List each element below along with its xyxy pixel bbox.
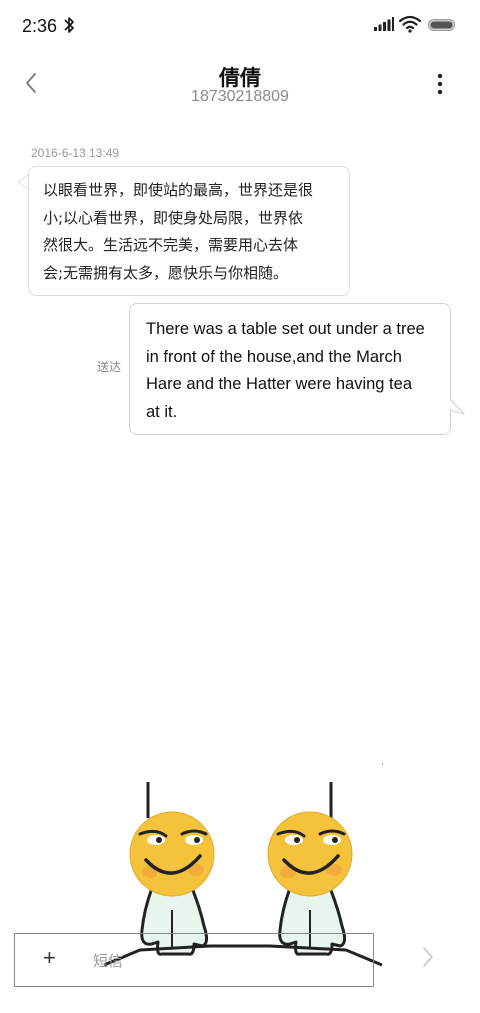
outgoing-message-bubble[interactable]: There was a table set out under a tree i… [129,303,451,435]
chevron-right-icon [423,947,433,967]
delivery-status: 送达 [97,360,122,374]
message-line: 会;无需拥有太多，愿快乐与你相随。 [43,263,289,282]
more-options-button[interactable] [428,70,452,98]
message-line: Hare and the Hatter were having tea [146,375,412,393]
status-bar: 2:36 [0,0,480,54]
bubble-tail [448,398,466,415]
bluetooth-icon [64,17,74,33]
conversation-header: 倩倩 18730218809 [0,54,480,114]
contact-number: 18730218809 [191,88,289,105]
incoming-message-bubble[interactable]: 以眼看世界，即使站的最高，世界还是很 小;以心看世界，即使身处局限，世界依 然很… [28,166,350,296]
signal-icon [374,17,394,31]
wifi-icon [399,15,421,33]
message-timestamp: 2016-6-13 13:49 [31,146,120,160]
more-vertical-icon [437,73,443,95]
message-line: 以眼看世界，即使站的最高，世界还是很 [43,181,314,199]
message-line: at it. [146,402,178,421]
send-button[interactable] [418,944,438,970]
message-line: There was a table set out under a tree [146,320,425,338]
message-line: 然很大。生活远不完美，需要用心去体 [43,236,299,254]
attach-button[interactable]: + [43,946,56,970]
message-line: in front of the house,and the March [146,347,402,366]
message-line: 小;以心看世界，即使身处局限，世界依 [43,208,304,227]
composer-bar: + [14,933,374,987]
message-input[interactable] [91,946,365,976]
battery-icon [428,19,455,31]
status-time: 2:36 [22,16,58,36]
